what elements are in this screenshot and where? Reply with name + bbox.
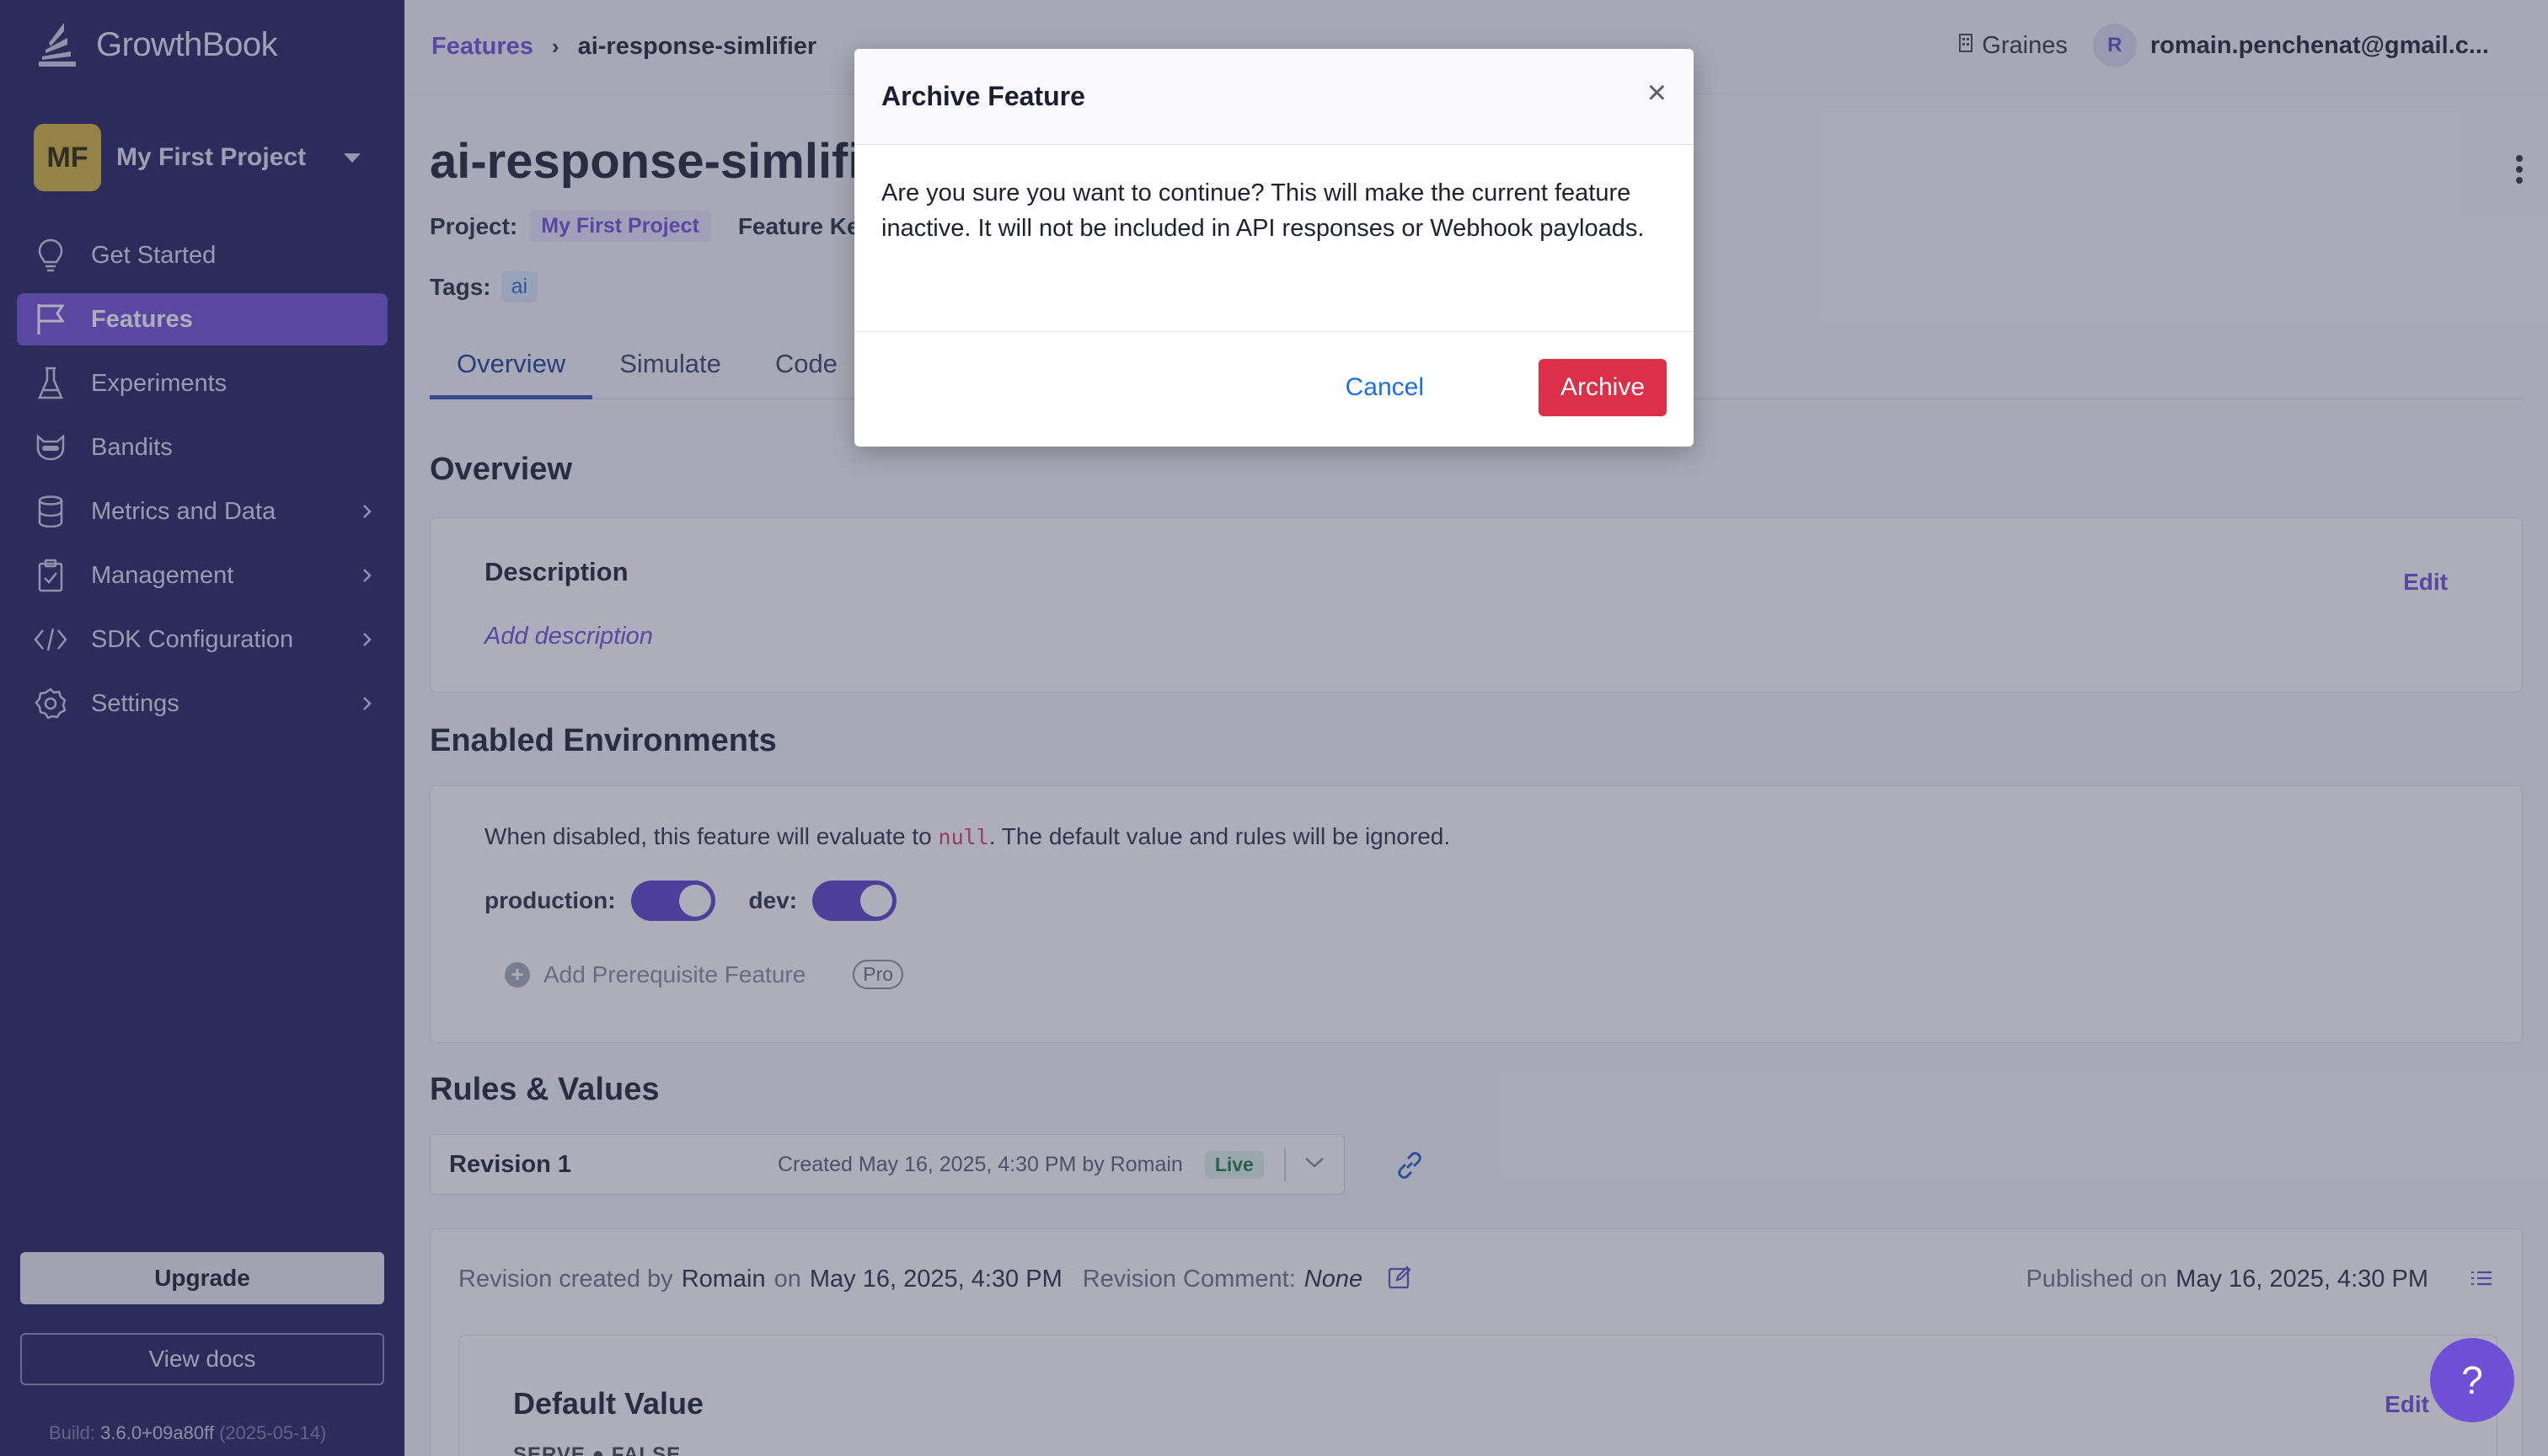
archive-feature-modal: Archive Feature × Are you sure you want …	[854, 49, 1694, 447]
cancel-button[interactable]: Cancel	[1346, 359, 1424, 416]
modal-header: Archive Feature ×	[854, 49, 1694, 145]
archive-button[interactable]: Archive	[1539, 359, 1667, 416]
modal-footer: Cancel Archive	[854, 332, 1694, 445]
close-icon[interactable]: ×	[1647, 76, 1667, 110]
modal-body: Are you sure you want to continue? This …	[854, 145, 1694, 332]
help-button[interactable]: ?	[2430, 1338, 2514, 1422]
modal-title: Archive Feature	[881, 81, 1085, 111]
